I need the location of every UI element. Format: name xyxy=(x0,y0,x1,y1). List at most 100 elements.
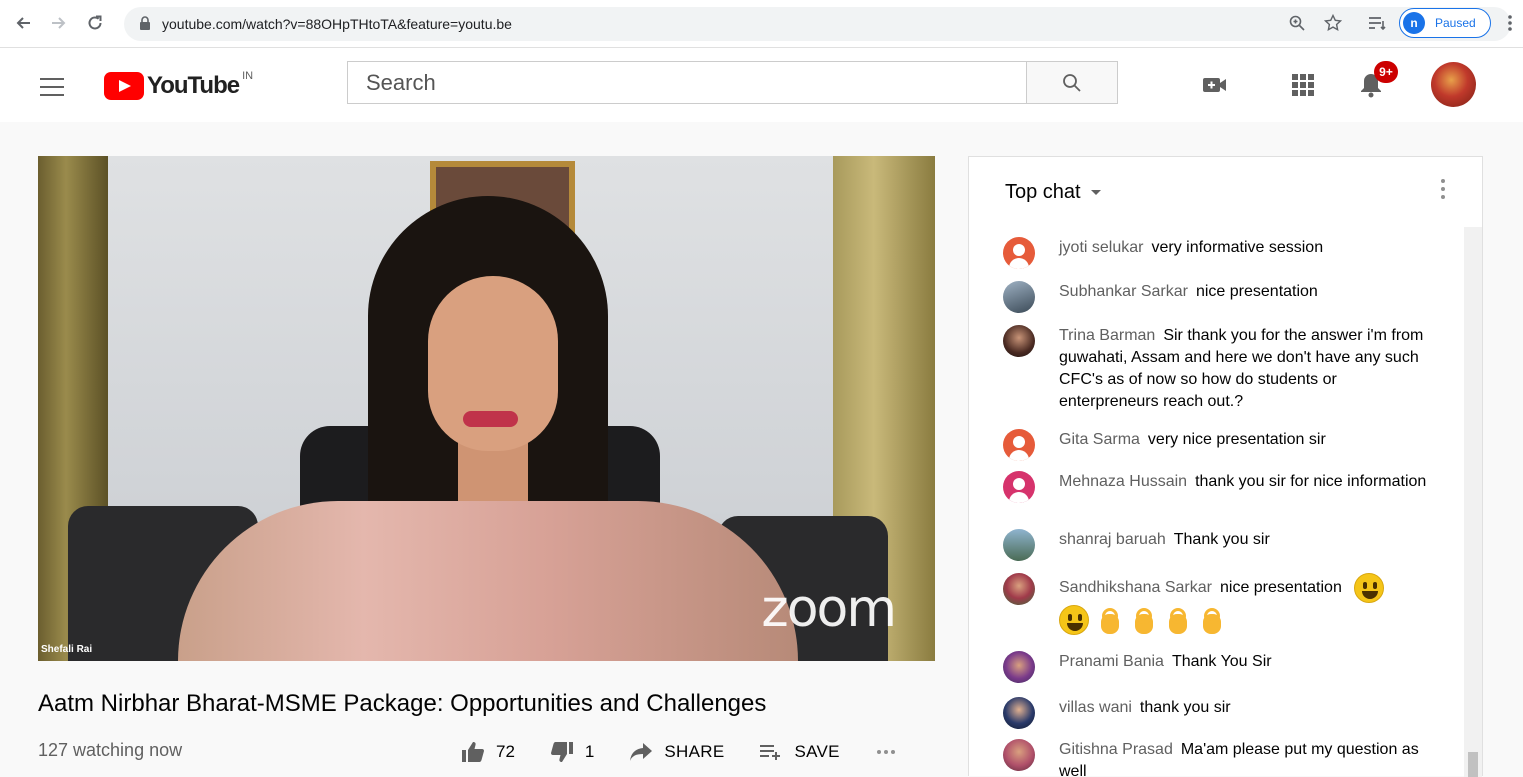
url-text[interactable]: youtube.com/watch?v=88OHpTHtoTA&feature=… xyxy=(162,16,512,32)
message-author[interactable]: villas wani xyxy=(1059,699,1132,716)
reload-icon[interactable] xyxy=(80,8,110,38)
search-icon xyxy=(1063,73,1081,92)
chat-message: Trina Barman Sir thank you for the answer… xyxy=(1003,325,1458,413)
chat-message: villas wani thank you sir xyxy=(1003,697,1458,729)
profile-status: Paused xyxy=(1435,16,1476,30)
video-actions: 72 1 SHARE SAVE xyxy=(462,738,944,766)
logo-text: YouTube xyxy=(147,72,240,99)
message-author[interactable]: Sandhikshana Sarkar xyxy=(1059,579,1212,596)
user-avatar[interactable] xyxy=(1431,62,1476,107)
search-input[interactable] xyxy=(348,62,1026,103)
author-avatar[interactable] xyxy=(1003,529,1035,561)
smiley-emoji-icon xyxy=(1354,573,1385,603)
participant-name: Shefali Rai xyxy=(41,644,93,655)
author-avatar[interactable] xyxy=(1003,281,1035,313)
dislike-count: 1 xyxy=(584,742,595,761)
share-arrow-icon xyxy=(630,743,653,761)
chat-message: jyoti selukar very informative session xyxy=(1003,237,1458,269)
lock-icon xyxy=(140,16,150,30)
chat-message: shanraj baruah Thank you sir xyxy=(1003,529,1458,561)
save-button[interactable]: SAVE xyxy=(760,742,839,762)
author-avatar[interactable] xyxy=(1003,471,1035,503)
playlist-add-icon xyxy=(760,745,781,760)
author-avatar[interactable] xyxy=(1003,697,1035,729)
message-author[interactable]: Subhankar Sarkar xyxy=(1059,283,1188,300)
video-title: Aatm Nirbhar Bharat-MSME Package: Opport… xyxy=(38,690,767,717)
hamburger-menu-icon[interactable] xyxy=(40,78,64,96)
message-author[interactable]: Gita Sarma xyxy=(1059,431,1140,448)
profile-button[interactable]: n Paused xyxy=(1399,8,1491,38)
message-author[interactable]: Trina Barman xyxy=(1059,327,1155,344)
masthead: YouTube IN 9+ xyxy=(0,48,1523,122)
author-avatar[interactable] xyxy=(1003,573,1035,605)
message-author[interactable]: Pranami Bania xyxy=(1059,653,1164,670)
forward-icon[interactable] xyxy=(44,8,74,38)
zoom-watermark: zoom xyxy=(761,579,897,639)
chat-more-options-icon[interactable] xyxy=(1431,179,1455,205)
youtube-logo[interactable]: YouTube IN xyxy=(104,70,254,100)
author-avatar[interactable] xyxy=(1003,325,1035,357)
chat-message: Gita Sarma very nice presentation sir xyxy=(1003,429,1458,461)
create-video-icon[interactable] xyxy=(1200,70,1230,100)
chat-scrollbar[interactable] xyxy=(1464,227,1482,777)
message-text: nice presentation xyxy=(1219,579,1342,597)
ok-hand-emoji-icon xyxy=(1099,606,1121,634)
search-box xyxy=(347,61,1027,104)
browser-toolbar: youtube.com/watch?v=88OHpTHtoTA&feature=… xyxy=(0,0,1523,48)
chat-mode-dropdown[interactable]: Top chat xyxy=(1005,181,1101,204)
chat-message: Pranami Bania Thank You Sir xyxy=(1003,651,1458,683)
watching-count: 127 watching now xyxy=(38,740,183,760)
ok-hand-emoji-icon xyxy=(1201,606,1223,634)
live-chat: Top chat jyoti selukar very informative s… xyxy=(968,156,1483,777)
ok-hand-emoji-icon xyxy=(1133,606,1155,634)
message-text: thank you sir xyxy=(1139,699,1231,716)
zoom-icon[interactable] xyxy=(1283,8,1311,38)
message-text: Thank you sir xyxy=(1173,531,1270,548)
message-text: thank you sir for nice information xyxy=(1195,473,1427,490)
share-button[interactable]: SHARE xyxy=(630,742,724,762)
youtube-play-icon xyxy=(104,72,144,100)
share-label: SHARE xyxy=(664,742,725,761)
chat-scrollbar-thumb[interactable] xyxy=(1468,752,1478,777)
more-actions-button[interactable] xyxy=(876,749,908,755)
reading-list-icon[interactable] xyxy=(1363,8,1391,38)
author-avatar[interactable] xyxy=(1003,651,1035,683)
thumbs-down-icon xyxy=(550,742,573,762)
video-player[interactable]: Shefali Rai zoom xyxy=(38,156,935,661)
chat-message: Mehnaza Hussain thank you sir for nice in… xyxy=(1003,471,1458,503)
country-code: IN xyxy=(242,70,254,82)
speaker-body xyxy=(178,501,798,661)
notification-badge: 9+ xyxy=(1374,61,1398,83)
back-icon[interactable] xyxy=(8,8,38,38)
message-text: very nice presentation sir xyxy=(1147,431,1326,448)
chat-title: Top chat xyxy=(1005,181,1081,203)
chat-message: Sandhikshana Sarkar nice presentation xyxy=(1003,573,1458,635)
search-button[interactable] xyxy=(1027,61,1118,104)
like-button[interactable]: 72 xyxy=(462,742,515,762)
chat-message: Subhankar Sarkar nice presentation xyxy=(1003,281,1458,313)
message-author[interactable]: Gitishna Prasad xyxy=(1059,741,1173,758)
message-text: nice presentation xyxy=(1195,283,1318,300)
more-horizontal-icon xyxy=(876,750,895,754)
author-avatar[interactable] xyxy=(1003,739,1035,771)
message-author[interactable]: shanraj baruah xyxy=(1059,531,1166,548)
profile-avatar: n xyxy=(1403,12,1425,34)
message-author[interactable]: Mehnaza Hussain xyxy=(1059,473,1187,490)
chat-message: Gitishna Prasad Ma'am please put my quest… xyxy=(1003,739,1458,777)
smiley-emoji-icon xyxy=(1059,605,1089,635)
ok-hand-emoji-icon xyxy=(1167,606,1189,634)
chat-header: Top chat xyxy=(969,157,1482,227)
chat-messages: jyoti selukar very informative session Su… xyxy=(969,227,1464,777)
save-label: SAVE xyxy=(794,742,840,761)
like-count: 72 xyxy=(496,742,515,761)
dropdown-caret-icon xyxy=(1090,190,1101,195)
thumbs-up-icon xyxy=(462,742,484,762)
dislike-button[interactable]: 1 xyxy=(550,742,595,762)
message-author[interactable]: jyoti selukar xyxy=(1059,239,1143,256)
apps-grid-icon[interactable] xyxy=(1288,70,1318,100)
author-avatar[interactable] xyxy=(1003,237,1035,269)
browser-menu-icon[interactable] xyxy=(1500,8,1520,38)
bookmark-star-icon[interactable] xyxy=(1319,8,1347,38)
author-avatar[interactable] xyxy=(1003,429,1035,461)
message-text: Thank You Sir xyxy=(1171,653,1272,670)
